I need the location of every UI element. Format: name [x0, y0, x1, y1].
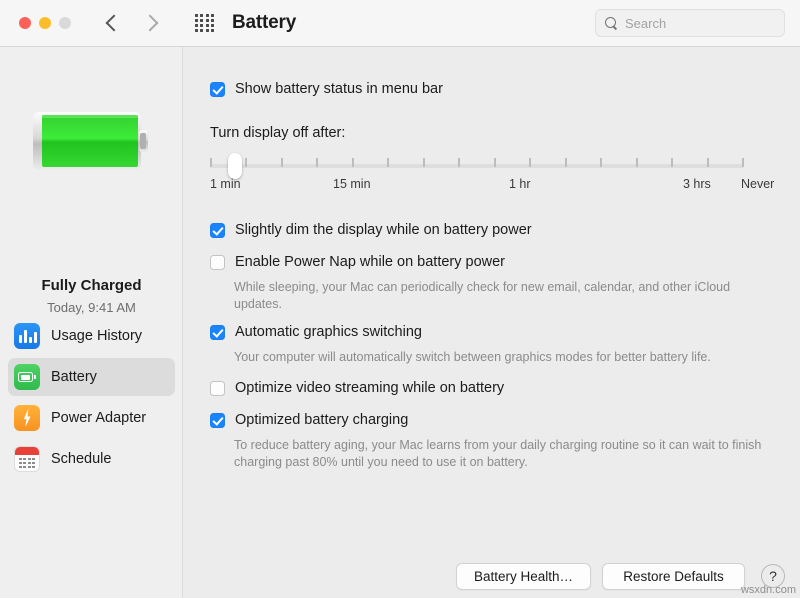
help-text-graphics-switching: Your computer will automatically switch …	[234, 350, 711, 364]
help-text-optimized-charging: To reduce battery aging, your Mac learns…	[234, 438, 762, 469]
sidebar-item-usage-history[interactable]: Usage History	[8, 317, 175, 355]
zoom-button	[59, 17, 71, 29]
slider-tick-label-never: Never	[741, 177, 775, 191]
battery-preferences-window: Battery Search Fully Charged Today, 9:41…	[0, 0, 800, 598]
search-placeholder: Search	[625, 15, 667, 31]
checkbox-box[interactable]	[210, 325, 225, 340]
slider-tick	[671, 158, 673, 167]
checkbox-label: Optimize video streaming while on batter…	[235, 380, 505, 396]
sidebar-item-label: Usage History	[51, 328, 143, 344]
checkbox-enable-power-nap[interactable]: Enable Power Nap while on battery power	[210, 254, 505, 271]
close-button[interactable]	[19, 17, 31, 29]
help-text-power-nap: While sleeping, your Mac can periodicall…	[234, 280, 731, 311]
slider-tick	[387, 158, 389, 167]
sidebar-item-label: Schedule	[51, 451, 112, 467]
slider-tick	[742, 158, 744, 167]
checkbox-label: Slightly dim the display while on batter…	[235, 222, 532, 238]
schedule-icon	[14, 446, 40, 472]
watermark: wsxdn.com	[740, 584, 796, 596]
checkbox-slightly-dim-display[interactable]: Slightly dim the display while on batter…	[210, 222, 532, 239]
slider-tick	[423, 158, 425, 167]
slider-tick-label-3hrs: 3 hrs	[683, 177, 711, 191]
slider-tick	[707, 158, 709, 167]
sidebar-item-battery[interactable]: Battery	[8, 358, 175, 396]
slider-tick-label-15min: 15 min	[333, 177, 371, 191]
sidebar: Fully Charged Today, 9:41 AM Usage Histo…	[0, 47, 183, 598]
display-off-slider[interactable]	[210, 152, 744, 182]
slider-tick	[281, 158, 283, 167]
sidebar-item-label: Power Adapter	[51, 410, 147, 426]
checkbox-box[interactable]	[210, 413, 225, 428]
page-title: Battery	[232, 12, 297, 33]
battery-status-subtitle: Today, 9:41 AM	[47, 300, 136, 315]
chevron-right-icon[interactable]	[143, 14, 161, 32]
traffic-lights	[19, 17, 71, 29]
restore-defaults-button[interactable]: Restore Defaults	[602, 563, 745, 590]
checkbox-label: Automatic graphics switching	[235, 324, 422, 340]
checkbox-label: Show battery status in menu bar	[235, 81, 443, 97]
sidebar-item-label: Battery	[51, 369, 97, 385]
checkbox-label: Optimized battery charging	[235, 412, 409, 428]
search-icon	[605, 16, 618, 30]
show-all-grid-icon[interactable]	[195, 13, 214, 33]
checkbox-automatic-graphics-switching[interactable]: Automatic graphics switching	[210, 324, 422, 341]
slider-tick	[210, 158, 212, 167]
slider-tick-label-1hr: 1 hr	[509, 177, 531, 191]
checkbox-box[interactable]	[210, 82, 225, 97]
checkbox-box[interactable]	[210, 255, 225, 270]
slider-tick	[636, 158, 638, 167]
search-input[interactable]: Search	[595, 9, 785, 37]
usage-history-icon	[14, 323, 40, 349]
slider-tick	[600, 158, 602, 167]
sidebar-item-schedule[interactable]: Schedule	[8, 440, 175, 478]
checkbox-show-battery-status[interactable]: Show battery status in menu bar	[210, 81, 443, 98]
power-adapter-icon	[14, 405, 40, 431]
minimize-button[interactable]	[39, 17, 51, 29]
checkbox-box[interactable]	[210, 381, 225, 396]
slider-tick	[316, 158, 318, 167]
checkbox-optimize-video-streaming[interactable]: Optimize video streaming while on batter…	[210, 380, 504, 397]
slider-tick	[352, 158, 354, 167]
main-panel: Show battery status in menu bar Turn dis…	[184, 47, 800, 598]
slider-tick	[565, 158, 567, 167]
battery-icon	[14, 364, 40, 390]
slider-tick	[458, 158, 460, 167]
battery-status-title: Fully Charged	[41, 277, 142, 294]
slider-tick	[494, 158, 496, 167]
slider-tick	[529, 158, 531, 167]
slider-tick-label-1min: 1 min	[210, 177, 241, 191]
slider-knob[interactable]	[228, 153, 243, 179]
navigation-buttons	[103, 14, 161, 32]
checkbox-label: Enable Power Nap while on battery power	[235, 254, 506, 270]
sidebar-item-power-adapter[interactable]: Power Adapter	[8, 399, 175, 437]
battery-health-button[interactable]: Battery Health…	[456, 563, 591, 590]
sidebar-nav-list: Usage History Battery Power Adapter Sche…	[8, 317, 175, 481]
checkbox-box[interactable]	[210, 223, 225, 238]
slider-track[interactable]	[210, 164, 744, 168]
turn-display-off-label: Turn display off after:	[210, 125, 346, 141]
slider-tick	[245, 158, 247, 167]
checkbox-optimized-battery-charging[interactable]: Optimized battery charging	[210, 412, 408, 429]
title-bar: Battery Search	[0, 0, 800, 47]
battery-full-green-icon	[33, 112, 148, 170]
chevron-left-icon[interactable]	[103, 14, 121, 32]
